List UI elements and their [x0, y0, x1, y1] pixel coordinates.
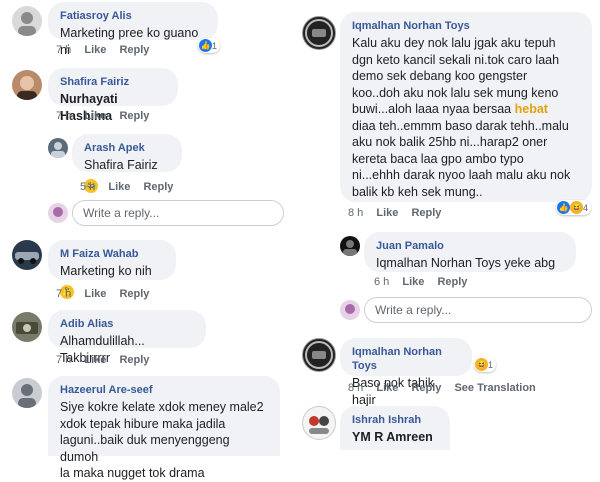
like-link[interactable]: Like [376, 382, 398, 394]
comment-actions: 8 h Like Reply See Translation [348, 382, 546, 394]
comment-text: Siye kokre kelate xdok meney male2 xdok … [60, 400, 264, 480]
reaction-badge[interactable]: 👍 1 [198, 38, 221, 53]
comment-text-content: Marketing ko nih [60, 264, 152, 278]
comment-text: Kalu aku dey nok lalu jgak aku tepuh dgn… [352, 35, 580, 200]
comment-bubble: Hazeerul Are-seef Siye kokre kelate xdok… [48, 376, 280, 480]
comment-bubble: Juan Pamalo Iqmalhan Norhan Toys yeke ab… [364, 232, 576, 272]
avatar[interactable] [12, 70, 42, 100]
avatar[interactable] [302, 406, 336, 440]
comment-actions: 7 h Like Reply [56, 44, 159, 56]
timestamp[interactable]: 5 h [80, 181, 95, 193]
avatar[interactable] [302, 16, 336, 50]
comment-text-content: yeke abg [500, 256, 556, 270]
like-link[interactable]: Like [84, 288, 106, 300]
comment-author[interactable]: Juan Pamalo [376, 239, 564, 253]
profile-icon [16, 322, 38, 334]
reply-input[interactable]: Write a reply... [364, 297, 592, 323]
like-reaction-icon: 👍 [199, 39, 212, 52]
timestamp[interactable]: 8 h [348, 382, 363, 394]
comment-bubble: Iqmalhan Norhan Toys Kalu aku dey nok la… [340, 12, 592, 202]
highlighted-word: hebat [514, 102, 548, 116]
comment-bubble: Iqmalhan Norhan Toys Baso pok tahik haji… [340, 338, 472, 407]
comment-bubble: Fatiasroy Alis Marketing pree ko guano n… [48, 2, 218, 57]
comment-author[interactable]: Shafira Fairiz [60, 75, 166, 89]
comment-bubble: Adib Alias Alhamdulillah... Takbirrrrr [48, 310, 206, 365]
timestamp[interactable]: 7 h [56, 44, 71, 56]
timestamp[interactable]: 8 h [348, 207, 363, 219]
toy-logo-icon [305, 341, 333, 369]
haha-reaction-icon: 😆 [475, 358, 488, 371]
comment-bubble: Ishrah Ishrah YM R Amreen [340, 406, 450, 450]
comment-actions: 6 h Like Reply [374, 276, 477, 288]
profile-icon [345, 304, 355, 314]
comment-author[interactable]: Adib Alias [60, 317, 194, 331]
comment-author[interactable]: Fatiasroy Alis [60, 9, 206, 23]
reply-link[interactable]: Reply [119, 288, 149, 300]
mention-tag[interactable]: YM R Amreen [352, 429, 438, 446]
comment-author[interactable]: Arash Apek [84, 141, 170, 155]
avatar[interactable] [340, 236, 360, 256]
profile-icon [53, 207, 63, 217]
comment-bubble: Arash Apek Shafira Fairiz 😂 [72, 134, 182, 193]
reaction-badge[interactable]: 😆 1 [474, 357, 497, 372]
profile-icon [343, 240, 357, 256]
reply-link[interactable]: Reply [119, 110, 149, 122]
see-translation-link[interactable]: See Translation [454, 382, 535, 394]
reply-link[interactable]: Reply [143, 181, 173, 193]
reply-link[interactable]: Reply [119, 354, 149, 366]
comment-actions: 8 h Like Reply [348, 207, 451, 219]
like-link[interactable]: Like [84, 44, 106, 56]
avatar [48, 203, 68, 223]
profile-icon [18, 12, 36, 36]
like-link[interactable]: Like [402, 276, 424, 288]
profile-icon [51, 142, 65, 158]
timestamp[interactable]: 7 h [56, 288, 71, 300]
haha-reaction-icon: 😆 [570, 201, 583, 214]
profile-icon [309, 416, 329, 434]
comment-actions: 5 h Like Reply [80, 181, 183, 193]
like-link[interactable]: Like [376, 207, 398, 219]
avatar[interactable] [48, 138, 68, 158]
avatar[interactable] [12, 378, 42, 408]
avatar[interactable] [12, 240, 42, 270]
comment-actions: 7 h Like Reply [56, 354, 159, 366]
comment-author[interactable]: Iqmalhan Norhan Toys [352, 19, 580, 33]
comment-author[interactable]: Hazeerul Are-seef [60, 383, 268, 397]
comment-text-part: diaa teh..emmm baso darak tehh..malu aku… [352, 118, 571, 199]
mention-tag[interactable]: Iqmalhan Norhan Toys [376, 256, 501, 270]
timestamp[interactable]: 7 h [56, 354, 71, 366]
like-link[interactable]: Like [108, 181, 130, 193]
reply-link[interactable]: Reply [437, 276, 467, 288]
reply-link[interactable]: Reply [411, 207, 441, 219]
mention-tag[interactable]: Shafira Fairiz [84, 158, 158, 172]
like-link[interactable]: Like [84, 354, 106, 366]
comment-author[interactable]: Ishrah Ishrah [352, 413, 438, 427]
avatar [340, 300, 360, 320]
like-link[interactable]: Like [84, 110, 106, 122]
avatar[interactable] [12, 312, 42, 342]
reaction-count: 4 [583, 202, 589, 213]
reaction-count: 1 [212, 40, 218, 51]
toy-logo-icon [305, 19, 333, 47]
avatar[interactable] [12, 6, 42, 36]
like-reaction-icon: 👍 [557, 201, 570, 214]
comment-actions: 7 h Like Reply [56, 110, 159, 122]
reply-link[interactable]: Reply [119, 44, 149, 56]
profile-icon [15, 252, 39, 264]
avatar[interactable] [302, 338, 336, 372]
comment-bubble: M Faiza Wahab Marketing ko nih🤔 [48, 240, 176, 299]
reply-link[interactable]: Reply [411, 382, 441, 394]
comment-author[interactable]: Iqmalhan Norhan Toys [352, 345, 460, 373]
comment-author[interactable]: M Faiza Wahab [60, 247, 164, 261]
comment-bubble: Shafira Fairiz Nurhayati Hashima [48, 68, 178, 123]
timestamp[interactable]: 7 h [56, 110, 71, 122]
reaction-badge[interactable]: 👍 😆 4 [556, 200, 592, 215]
comment-actions: 7 h Like Reply [56, 288, 159, 300]
profile-icon [17, 76, 37, 100]
reply-input[interactable]: Write a reply... [72, 200, 284, 226]
profile-icon [18, 384, 36, 408]
timestamp[interactable]: 6 h [374, 276, 389, 288]
reaction-count: 1 [488, 359, 494, 370]
comment-text: Iqmalhan Norhan Toys yeke abg [376, 255, 564, 272]
